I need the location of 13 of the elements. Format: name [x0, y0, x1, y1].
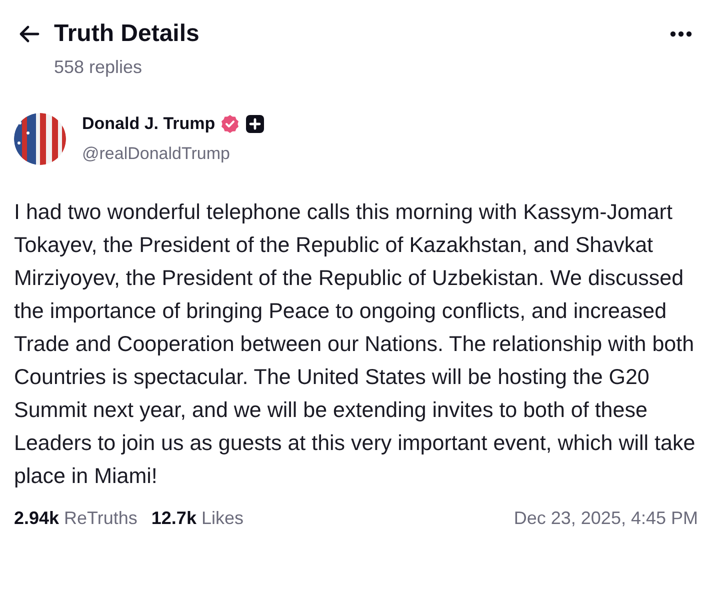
- page-title: Truth Details: [54, 19, 200, 49]
- stat-label[interactable]: Likes: [201, 505, 244, 532]
- post-text: I had two wonderful telephone calls this morning with Kassym-Jomart Tokayev, the President of the Republic of Kazakhstan, and Shavkat Mirziyoyev, the President of the Republic of Uzbekistan. We discussed the importance of bringing Peace to ongoing conflicts, and increased Trade and Cooperation between our Nations. The relationship with both Countries is spectacular. The United States will be hosting the G20 Summit next year, and we will be extending invites to both of these Leaders to join us as guests at this very important event, which will take place in Miami!: [14, 199, 696, 490]
- plus-badge-icon: [246, 114, 264, 133]
- stat-count: 12.7k: [151, 507, 196, 530]
- back-arrow-icon[interactable]: [18, 25, 40, 43]
- stat-count: 2.94k: [14, 507, 60, 530]
- stat-label[interactable]: ReTruths: [64, 505, 138, 532]
- author-handle[interactable]: @realDonaldTrump: [82, 140, 264, 166]
- more-icon[interactable]: [670, 31, 692, 37]
- timestamp: Dec 23, 2025, 4:45 PM: [514, 507, 698, 530]
- author-name[interactable]: Donald J. Trump: [82, 111, 216, 136]
- reply-count: 558 replies: [54, 56, 144, 79]
